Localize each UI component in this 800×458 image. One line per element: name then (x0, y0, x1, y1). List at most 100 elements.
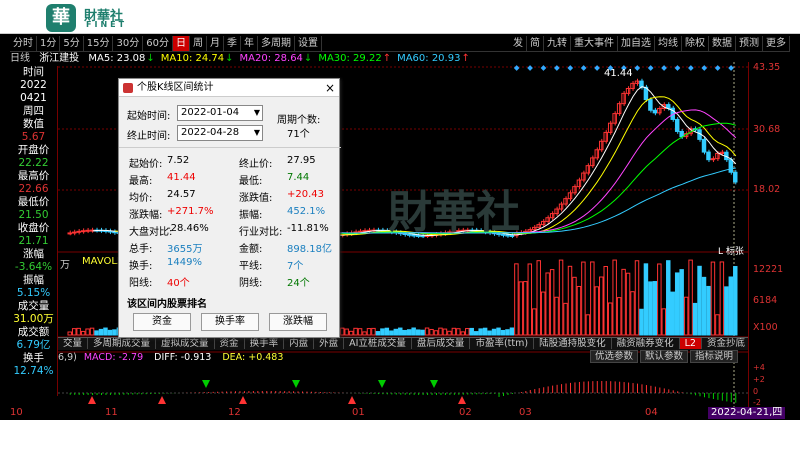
tool-btn-8[interactable]: 预测 (736, 36, 763, 51)
period-btn-4[interactable]: 30分 (113, 36, 144, 51)
period-btn-11[interactable]: 多周期 (258, 36, 295, 51)
stat-value: 7.44 (287, 172, 310, 183)
volume-bar (451, 327, 457, 336)
volume-bar (411, 327, 416, 336)
tool-btn-5[interactable]: 均线 (655, 36, 682, 51)
price-axis-low: 18.02 (753, 184, 781, 195)
volume-bar (103, 327, 108, 336)
tool-btn-0[interactable]: 发 (510, 36, 527, 51)
volume-bar (393, 328, 399, 336)
period-btn-5[interactable]: 60分 (143, 36, 173, 51)
stat-value: 24个 (287, 278, 310, 289)
indicator-tab-1[interactable]: 多周期成交量 (88, 338, 157, 349)
volume-bar (76, 327, 81, 336)
stat-key: 起始价: (129, 159, 163, 170)
sell-arrow-icon (378, 380, 386, 388)
stat-value: 898.18亿 (287, 244, 332, 255)
tool-btn-4[interactable]: 加自选 (618, 36, 655, 51)
start-date-select[interactable]: 2022-01-04 ▼ (177, 105, 263, 121)
volume-bar (540, 291, 546, 336)
indicator-tab-6[interactable]: 外盘 (314, 338, 345, 349)
indicator-tab-12[interactable]: L2 (679, 338, 702, 349)
indicator-tab-0[interactable]: 交量 (58, 338, 89, 349)
period-btn-10[interactable]: 年 (241, 36, 258, 51)
period-btn-8[interactable]: 月 (207, 36, 224, 51)
signal-diamond-icon (661, 65, 667, 71)
volume-bar (599, 276, 604, 336)
info-row-10: 最低价 (17, 196, 50, 208)
indicator-tab-8[interactable]: 盘后成交量 (411, 338, 471, 349)
tool-btn-7[interactable]: 数据 (709, 36, 736, 51)
stat-row: 换手: 1449% 平线: 7个 (127, 257, 333, 273)
stat-row: 起始价: 7.52 终止价: 27.95 (127, 155, 333, 171)
period-btn-1[interactable]: 1分 (37, 36, 61, 51)
candle-body (733, 171, 738, 183)
indicator-tab-13[interactable]: 资金抄底 (701, 338, 748, 349)
indicator-tab-10[interactable]: 陆股通持股变化 (534, 338, 612, 349)
volume-bar (724, 286, 729, 336)
signal-diamond-icon (580, 65, 587, 71)
volume-bar (706, 285, 711, 336)
volume-bar (420, 329, 425, 336)
indicator-tab-11[interactable]: 融资融券变化 (611, 338, 680, 349)
indicator-tab-2[interactable]: 虚拟成交量 (156, 338, 215, 349)
indicator-tab-5[interactable]: 内盘 (284, 338, 315, 349)
volume-bar (527, 263, 533, 336)
stat-key: 涨跌值: (239, 193, 273, 204)
rank-by-change-button[interactable]: 涨跌幅 (269, 313, 327, 331)
close-icon[interactable]: × (325, 79, 335, 97)
rank-by-capital-button[interactable]: 资金 (133, 313, 191, 331)
stat-key: 平线: (239, 261, 263, 272)
macd-tab-1[interactable]: 默认参数 (640, 350, 689, 363)
start-label: 起始时间: (127, 111, 171, 122)
period-btn-6[interactable]: 日 (172, 36, 190, 51)
macd-tab-0[interactable]: 优选参数 (590, 350, 639, 363)
info-row-3: 周四 (23, 105, 44, 117)
range-stats-dialog: 个股K线区间统计 × 起始时间: 2022-01-04 ▼ 终止时间: 2022-… (118, 78, 341, 338)
macd-value: MACD: -2.79 (83, 352, 144, 363)
signal-diamond-icon (701, 65, 708, 71)
volume-bar (558, 259, 564, 336)
indicator-tab-9[interactable]: 市盈率(ttm) (470, 338, 535, 349)
tool-btn-3[interactable]: 重大事件 (571, 36, 618, 51)
page-footer-blank (0, 420, 800, 458)
end-date-select[interactable]: 2022-04-28 ▼ (177, 125, 263, 141)
period-btn-9[interactable]: 季 (224, 36, 241, 51)
stat-key: 阳线: (129, 278, 153, 289)
stat-value: -28.46% (167, 223, 209, 234)
signal-diamond-icon (527, 65, 533, 71)
volume-bar (465, 328, 470, 336)
period-btn-2[interactable]: 5分 (60, 36, 84, 51)
volume-bar (603, 266, 608, 336)
volume-bar (112, 329, 117, 336)
info-row-18: 成交量 (17, 300, 50, 312)
signal-diamond-icon (647, 65, 654, 71)
period-btn-3[interactable]: 15分 (84, 36, 114, 51)
info-row-7: 22.22 (18, 157, 49, 169)
indicator-tab-4[interactable]: 换手率 (244, 338, 285, 349)
volume-bar (661, 308, 667, 336)
tool-btn-1[interactable]: 简 (527, 36, 544, 51)
stat-value: 452.1% (287, 206, 326, 217)
stat-value: 7个 (287, 261, 304, 272)
tool-btn-9[interactable]: 更多 (763, 36, 790, 51)
indicator-tab-7[interactable]: AI立桩成交量 (344, 338, 412, 349)
dialog-titlebar[interactable]: 个股K线区间统计 × (119, 79, 339, 97)
volume-bar (94, 330, 99, 336)
price-axis-mid: 30.68 (753, 124, 781, 135)
volume-bar (406, 329, 412, 336)
candle-body (357, 230, 363, 233)
stat-value: 24.57 (167, 189, 196, 200)
sell-arrow-icon (292, 380, 300, 388)
indicator-tab-3[interactable]: 资金 (214, 338, 245, 349)
period-btn-12[interactable]: 设置 (295, 36, 322, 51)
volume-bar (688, 259, 693, 336)
period-btn-7[interactable]: 周 (190, 36, 207, 51)
macd-tab-2[interactable]: 指标说明 (690, 350, 739, 363)
rank-by-turnover-button[interactable]: 换手率 (201, 313, 259, 331)
cursor-date-badge: 2022-04-21,四 (708, 407, 786, 419)
tool-btn-2[interactable]: 九转 (544, 36, 571, 51)
period-btn-0[interactable]: 分时 (10, 36, 37, 51)
stat-value: +271.7% (167, 206, 214, 217)
tool-btn-6[interactable]: 除权 (682, 36, 709, 51)
